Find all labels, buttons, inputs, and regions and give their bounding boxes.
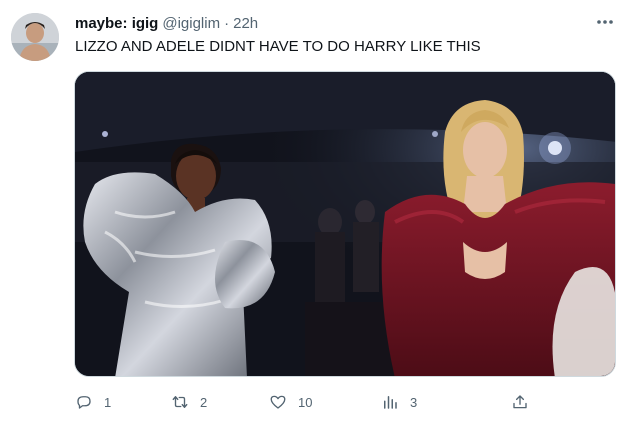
- views-icon: [380, 392, 400, 412]
- reply-count: 1: [104, 394, 112, 410]
- tweet[interactable]: maybe: igig @igiglim · 22h LIZZO AND ADE…: [0, 0, 634, 426]
- action-bar: 1 2 10 3: [66, 386, 536, 418]
- like-count: 10: [298, 394, 313, 410]
- user-handle[interactable]: @igiglim: [162, 15, 220, 32]
- heart-icon: [268, 392, 288, 412]
- tweet-header: maybe: igig @igiglim · 22h: [75, 12, 594, 34]
- share-icon: [510, 392, 530, 412]
- separator-dot: ·: [224, 14, 230, 32]
- share-button[interactable]: [510, 386, 530, 418]
- retweet-icon: [170, 392, 190, 412]
- tweet-text: LIZZO AND ADELE DIDNT HAVE TO DO HARRY L…: [75, 38, 481, 55]
- like-button[interactable]: 10: [268, 386, 312, 418]
- tweet-photo[interactable]: [74, 71, 616, 377]
- retweet-count: 2: [200, 394, 208, 410]
- reply-button[interactable]: 1: [74, 386, 111, 418]
- retweet-button[interactable]: 2: [170, 386, 207, 418]
- views-button[interactable]: 3: [380, 386, 417, 418]
- more-icon[interactable]: [593, 12, 617, 32]
- views-count: 3: [410, 394, 418, 410]
- reply-icon: [74, 392, 94, 412]
- avatar[interactable]: [11, 13, 59, 61]
- display-name[interactable]: maybe: igig: [75, 15, 158, 32]
- timestamp[interactable]: 22h: [233, 15, 258, 32]
